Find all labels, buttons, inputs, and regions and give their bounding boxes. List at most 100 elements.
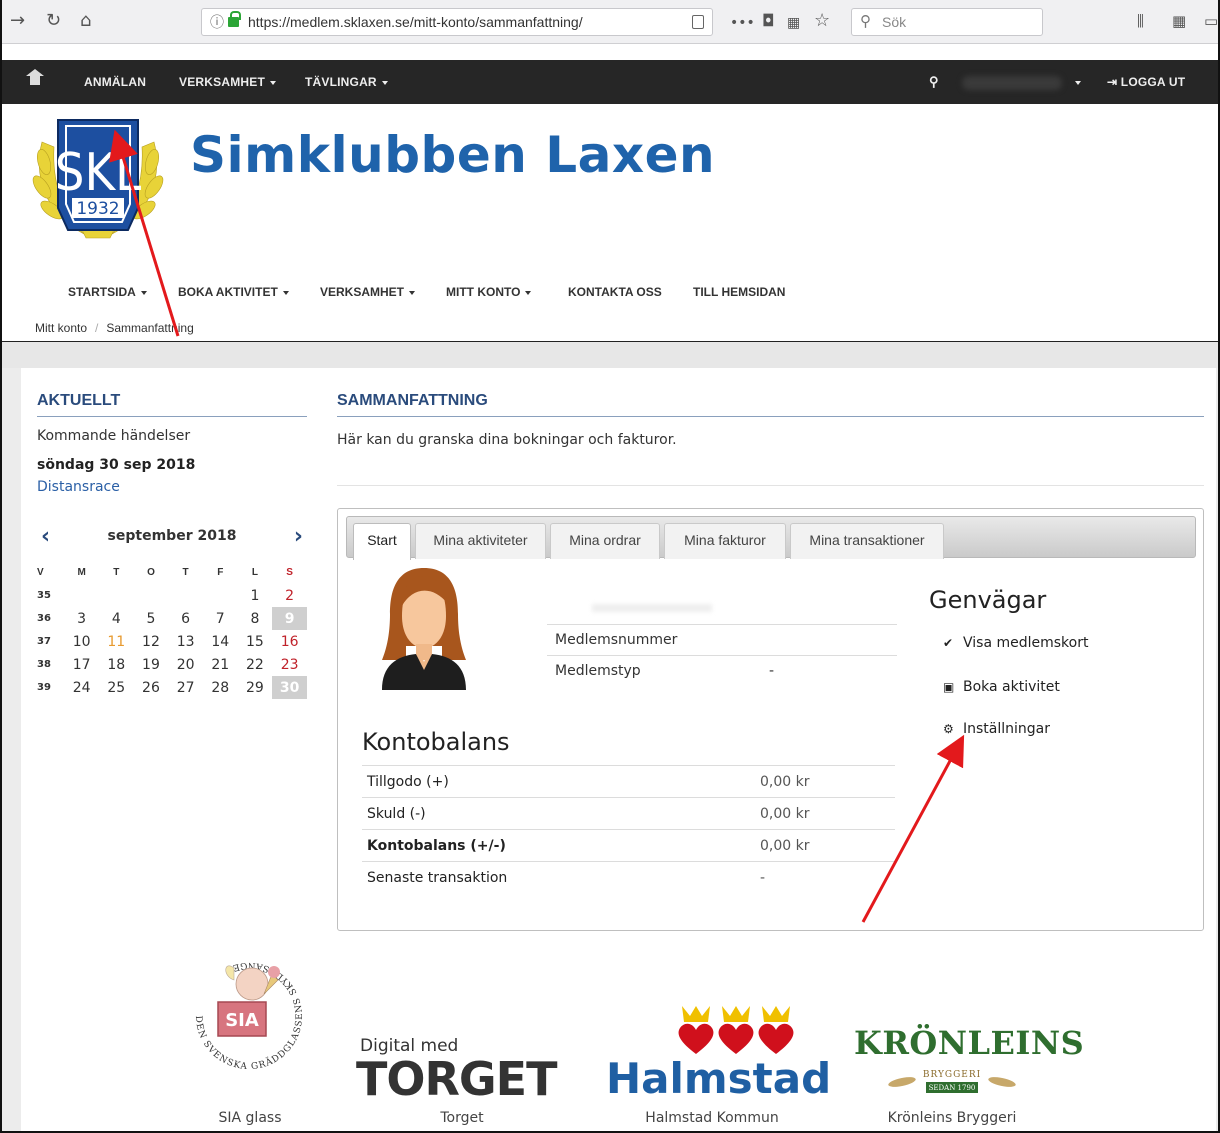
address-bar[interactable]: ⓘ https://medlem.sklaxen.se/mitt-konto/s… [201,8,713,36]
top-nav-verksamhet[interactable]: VERKSAMHET [179,60,277,104]
bookmark-star-icon[interactable]: ☆ [814,10,830,32]
sponsor-torget-label[interactable]: Torget [402,1110,522,1126]
shortcut-label: Visa medlemskort [963,635,1089,651]
calendar-day[interactable]: 14 [203,630,238,653]
tab-mina-fakturor[interactable]: Mina fakturor [664,523,786,559]
calendar-day[interactable]: 16 [272,630,307,653]
search-icon[interactable]: ⚲ [929,60,939,104]
calendar-day[interactable]: 7 [203,607,238,630]
top-nav-anmalan[interactable]: ANMÄLAN [84,60,146,104]
balance-value: 0,00 kr [755,797,895,830]
chevron-down-icon [525,290,532,295]
calendar-day[interactable]: 24 [64,676,99,699]
balance-row: Senaste transaktion - [362,861,895,894]
forward-icon[interactable]: → [10,10,25,32]
calendar-day[interactable]: 3 [64,607,99,630]
balance-table: Tillgodo (+) 0,00 kr Skuld (-) 0,00 kr K… [362,765,895,894]
site-title[interactable]: Simklubben Laxen [190,126,715,184]
balance-label: Skuld (-) [362,797,755,830]
calendar-day[interactable]: 30 [272,676,307,699]
calendar-day[interactable]: 11 [99,630,134,653]
calendar-day[interactable]: 13 [168,630,203,653]
sidebar-toggle-icon[interactable]: ▦ [1172,10,1186,32]
top-nav-tavlingar-label: TÄVLINGAR [305,75,377,89]
nav-mitt-konto[interactable]: MITT KONTO [446,270,532,314]
halmstad-logo[interactable]: Halmstad [606,1054,831,1103]
home-icon[interactable]: ⌂ [80,10,91,32]
chevron-down-icon [282,290,289,295]
nav-kontakta-oss[interactable]: KONTAKTA OSS [568,270,662,314]
user-menu-toggle[interactable] [1070,60,1081,104]
kronleins-sub: BRYGGERI [923,1070,981,1080]
calendar-day[interactable]: 1 [238,584,273,607]
calendar-day[interactable]: 2 [272,584,307,607]
overflow-icon[interactable]: ▭ [1204,10,1218,32]
calendar-day[interactable]: 28 [203,676,238,699]
kronleins-since: SEDAN 1790 [929,1084,976,1092]
calendar-day[interactable]: 5 [134,607,169,630]
logout-button[interactable]: ⇥ LOGGA UT [1107,60,1185,104]
reader-view-icon[interactable] [692,15,704,29]
tab-mina-ordrar[interactable]: Mina ordrar [550,523,660,559]
page-intro: Här kan du granska dina bokningar och fa… [337,432,677,448]
library-icon[interactable]: ⫼ [1137,10,1144,32]
info-icon[interactable]: ⓘ [210,9,224,35]
calendar-day[interactable]: 20 [168,653,203,676]
calendar-day[interactable]: 23 [272,653,307,676]
sponsor-kronleins-label[interactable]: Krönleins Bryggeri [882,1110,1022,1126]
calendar-day[interactable]: 9 [272,607,307,630]
calendar-day[interactable]: 4 [99,607,134,630]
calendar-day[interactable]: 27 [168,676,203,699]
sponsor-halmstad-label[interactable]: Halmstad Kommun [632,1110,792,1126]
calendar-day[interactable]: 10 [64,630,99,653]
event-link[interactable]: Distansrace [37,479,120,495]
sia-glass-logo[interactable]: DEN SVENSKA GRÄDDGLASSENS SKYDDSÄNGEL SI… [182,950,316,1082]
torget-logo[interactable]: TORGET [356,1052,557,1106]
url-text[interactable]: https://medlem.sklaxen.se/mitt-konto/sam… [248,9,583,35]
calendar-day[interactable]: 18 [99,653,134,676]
shortcut-visa-medlemskort[interactable]: ✔ Visa medlemskort [943,635,1088,651]
tab-mina-transaktioner[interactable]: Mina transaktioner [790,523,944,559]
home-icon[interactable] [26,69,44,87]
breadcrumb-mitt-konto[interactable]: Mitt konto [35,321,87,335]
calendar-day[interactable]: 19 [134,653,169,676]
balance-value: 0,00 kr [755,765,895,798]
nav-startsida-label: STARTSIDA [68,285,136,299]
profile-avatar [382,568,466,690]
calendar-day[interactable]: 26 [134,676,169,699]
pocket-icon[interactable]: ◘ [762,10,775,32]
calendar-next-button[interactable]: › [294,524,303,550]
nav-boka-aktivitet-label: BOKA AKTIVITET [178,285,278,299]
calendar-weekday: O [147,566,155,578]
shortcut-boka-aktivitet[interactable]: ▣ Boka aktivitet [943,679,1060,695]
uk-flag-icon[interactable]: ▦ [787,12,800,34]
nav-verksamhet[interactable]: VERKSAMHET [320,270,416,314]
calendar-day[interactable]: 22 [238,653,273,676]
browser-toolbar: → ↻ ⌂ ⓘ https://medlem.sklaxen.se/mitt-k… [2,0,1218,44]
nav-boka-aktivitet[interactable]: BOKA AKTIVITET [178,270,289,314]
calendar-empty-cell [203,584,238,607]
shortcut-installningar[interactable]: ⚙ Inställningar [943,721,1050,737]
calendar-day[interactable]: 15 [238,630,273,653]
nav-till-hemsidan[interactable]: TILL HEMSIDAN [693,270,785,314]
reload-icon[interactable]: ↻ [46,10,61,32]
calendar-month: september 2018 [107,528,237,544]
tab-mina-aktiviteter[interactable]: Mina aktiviteter [415,523,546,559]
calendar-day[interactable]: 17 [64,653,99,676]
kronleins-logo[interactable]: KRÖNLEINS [854,1024,1084,1062]
calendar-day[interactable]: 12 [134,630,169,653]
browser-search-input[interactable]: ⚲ Sök [851,8,1043,36]
top-nav-tavlingar[interactable]: TÄVLINGAR [305,60,388,104]
calendar-day[interactable]: 29 [238,676,273,699]
club-logo[interactable]: SKL 1932 [32,112,164,242]
sponsor-sia-label[interactable]: SIA glass [210,1110,290,1126]
nav-startsida[interactable]: STARTSIDA [68,270,147,314]
calendar-day[interactable]: 6 [168,607,203,630]
more-icon[interactable]: ••• [730,12,755,34]
tab-start[interactable]: Start [353,523,411,560]
calendar-day[interactable]: 21 [203,653,238,676]
calendar-day[interactable]: 8 [238,607,273,630]
halmstad-crowns-hearts[interactable] [674,1004,800,1056]
calendar-day[interactable]: 25 [99,676,134,699]
calendar-header: ‹ september 2018 › [37,524,307,552]
